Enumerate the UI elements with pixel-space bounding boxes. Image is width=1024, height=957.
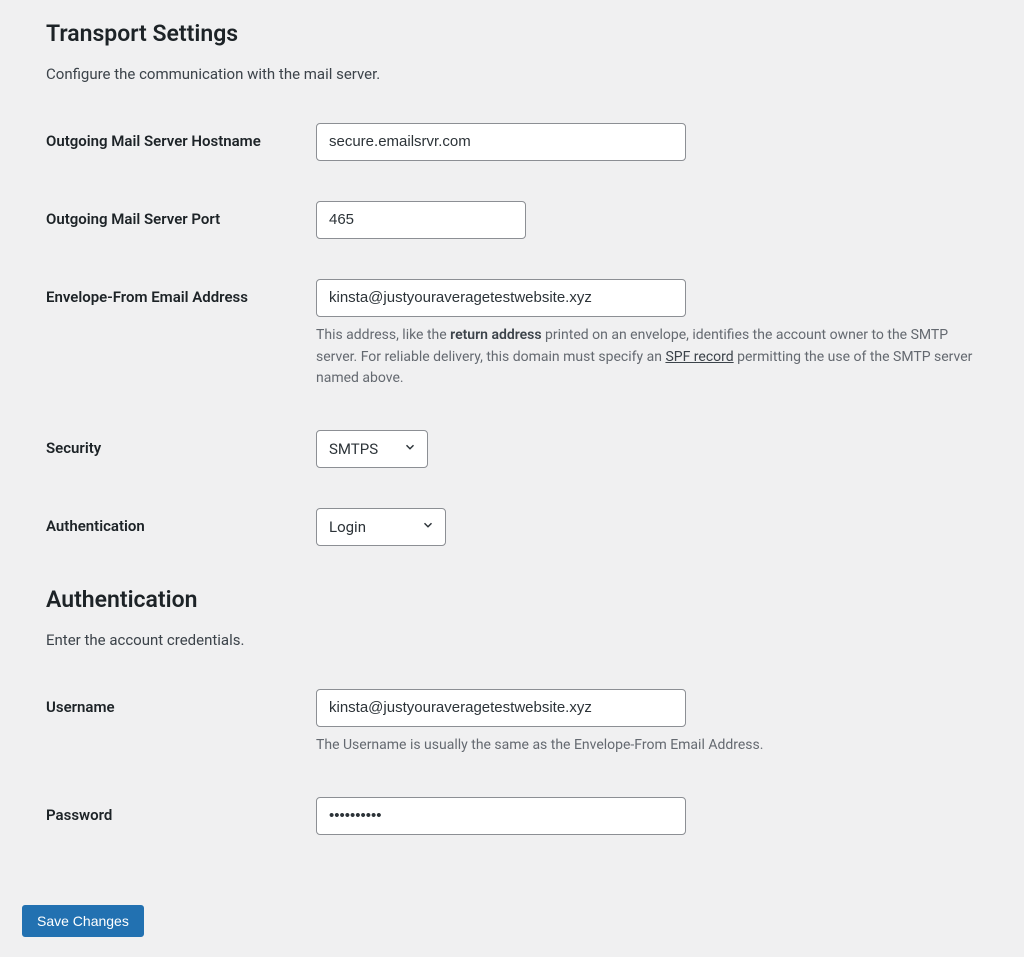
- security-label: Security: [46, 430, 316, 459]
- transport-form: Outgoing Mail Server Hostname Outgoing M…: [46, 123, 978, 546]
- chevron-down-icon: [421, 515, 435, 539]
- spf-record-link[interactable]: SPF record: [665, 349, 733, 365]
- port-input[interactable]: [316, 201, 526, 239]
- port-label: Outgoing Mail Server Port: [46, 201, 316, 230]
- envelope-label: Envelope-From Email Address: [46, 279, 316, 308]
- authentication-heading: Authentication: [46, 586, 978, 613]
- envelope-description: This address, like the return address pr…: [316, 325, 978, 390]
- hostname-label: Outgoing Mail Server Hostname: [46, 123, 316, 152]
- username-input[interactable]: [316, 689, 686, 727]
- authentication-description: Enter the account credentials.: [46, 631, 978, 649]
- username-description: The Username is usually the same as the …: [316, 735, 978, 757]
- security-select-value: SMTPS: [329, 437, 378, 461]
- chevron-down-icon: [403, 437, 417, 461]
- auth-select-value: Login: [329, 515, 366, 539]
- hostname-input[interactable]: [316, 123, 686, 161]
- transport-description: Configure the communication with the mai…: [46, 65, 978, 83]
- username-label: Username: [46, 689, 316, 718]
- password-input[interactable]: [316, 797, 686, 835]
- save-button[interactable]: Save Changes: [22, 905, 144, 937]
- password-label: Password: [46, 797, 316, 826]
- transport-heading: Transport Settings: [46, 20, 978, 47]
- envelope-input[interactable]: [316, 279, 686, 317]
- authentication-form: Username The Username is usually the sam…: [46, 689, 978, 835]
- auth-select[interactable]: Login: [316, 508, 446, 546]
- security-select[interactable]: SMTPS: [316, 430, 428, 468]
- auth-label: Authentication: [46, 508, 316, 537]
